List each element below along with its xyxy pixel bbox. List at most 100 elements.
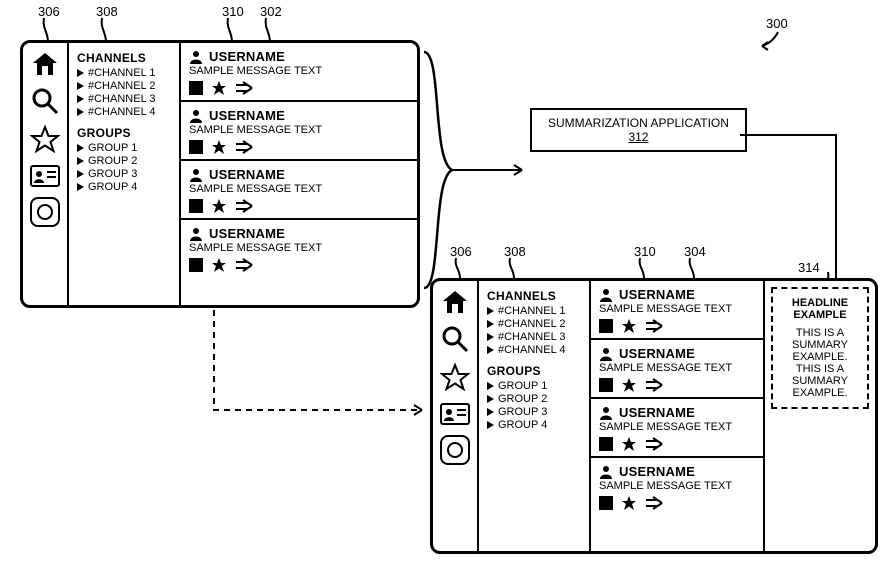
stop-icon[interactable] [599, 437, 613, 451]
message-item: USERNAME SAMPLE MESSAGE TEXT [181, 102, 417, 161]
group-item[interactable]: GROUP 3 [77, 168, 171, 180]
share-icon[interactable] [235, 81, 253, 95]
channel-item[interactable]: #CHANNEL 3 [487, 331, 581, 343]
circle-icon[interactable] [440, 435, 470, 465]
share-icon[interactable] [645, 437, 663, 451]
message-text: SAMPLE MESSAGE TEXT [189, 124, 409, 136]
channels-header: CHANNELS [77, 51, 171, 65]
star-icon[interactable] [30, 125, 60, 155]
id-card-icon[interactable] [440, 403, 470, 425]
callout-300 [758, 30, 782, 52]
star-action-icon[interactable] [211, 139, 227, 155]
stop-icon[interactable] [599, 496, 613, 510]
user-icon [599, 465, 613, 479]
channel-item[interactable]: #CHANNEL 1 [77, 67, 171, 79]
ref-306b: 306 [450, 244, 472, 259]
group-item[interactable]: GROUP 2 [487, 393, 581, 405]
message-item: USERNAME SAMPLE MESSAGE TEXT [181, 220, 417, 277]
message-text: SAMPLE MESSAGE TEXT [189, 183, 409, 195]
channel-item[interactable]: #CHANNEL 4 [77, 106, 171, 118]
arrow-302-to-304 [210, 310, 430, 430]
channel-group-list: CHANNELS #CHANNEL 1 #CHANNEL 2 #CHANNEL … [479, 281, 591, 551]
group-item[interactable]: GROUP 1 [77, 142, 171, 154]
group-item[interactable]: GROUP 1 [487, 380, 581, 392]
id-card-icon[interactable] [30, 165, 60, 187]
groups-header: GROUPS [77, 126, 171, 140]
channel-item[interactable]: #CHANNEL 4 [487, 344, 581, 356]
username: USERNAME [209, 49, 285, 64]
channel-group-list: CHANNELS #CHANNEL 1 #CHANNEL 2 #CHANNEL … [69, 43, 181, 305]
figure-ref-300: 300 [766, 16, 788, 31]
triangle-icon [77, 108, 84, 116]
sidebar [433, 281, 479, 551]
search-icon[interactable] [31, 87, 59, 115]
callout-306b [454, 258, 468, 280]
channel-item[interactable]: #CHANNEL 2 [77, 80, 171, 92]
user-icon [189, 227, 203, 241]
star-action-icon[interactable] [211, 80, 227, 96]
stop-icon[interactable] [599, 378, 613, 392]
star-icon[interactable] [440, 363, 470, 393]
appbox-title: SUMMARIZATION APPLICATION [548, 116, 729, 130]
stop-icon[interactable] [599, 319, 613, 333]
ref-306a: 306 [38, 4, 60, 19]
channel-item[interactable]: #CHANNEL 2 [487, 318, 581, 330]
sidebar [23, 43, 69, 305]
star-action-icon[interactable] [211, 257, 227, 273]
username: USERNAME [209, 108, 285, 123]
star-action-icon[interactable] [621, 495, 637, 511]
search-icon[interactable] [441, 325, 469, 353]
star-action-icon[interactable] [621, 318, 637, 334]
username: USERNAME [209, 226, 285, 241]
callout-304 [688, 258, 702, 280]
message-item: USERNAME SAMPLE MESSAGE TEXT [591, 399, 763, 458]
ref-302: 302 [260, 4, 282, 19]
stop-icon[interactable] [189, 258, 203, 272]
triangle-icon [77, 183, 84, 191]
user-icon [599, 288, 613, 302]
triangle-icon [77, 144, 84, 152]
share-icon[interactable] [645, 319, 663, 333]
share-icon[interactable] [235, 258, 253, 272]
message-item: USERNAME SAMPLE MESSAGE TEXT [181, 161, 417, 220]
channels-header: CHANNELS [487, 289, 581, 303]
user-icon [189, 50, 203, 64]
share-icon[interactable] [235, 140, 253, 154]
star-action-icon[interactable] [621, 377, 637, 393]
triangle-icon [77, 170, 84, 178]
group-item[interactable]: GROUP 4 [77, 181, 171, 193]
stop-icon[interactable] [189, 81, 203, 95]
summary-body: THIS IS A SUMMARY EXAMPLE. THIS IS A SUM… [781, 327, 859, 399]
message-text: SAMPLE MESSAGE TEXT [189, 242, 409, 254]
appbox-ref: 312 [548, 130, 729, 144]
panel-304: CHANNELS #CHANNEL 1 #CHANNEL 2 #CHANNEL … [430, 278, 878, 554]
star-action-icon[interactable] [621, 436, 637, 452]
triangle-icon [77, 82, 84, 90]
username: USERNAME [209, 167, 285, 182]
stop-icon[interactable] [189, 140, 203, 154]
channel-item[interactable]: #CHANNEL 1 [487, 305, 581, 317]
user-icon [189, 109, 203, 123]
stop-icon[interactable] [189, 199, 203, 213]
share-icon[interactable] [235, 199, 253, 213]
star-action-icon[interactable] [211, 198, 227, 214]
circle-icon[interactable] [30, 197, 60, 227]
message-item: USERNAME SAMPLE MESSAGE TEXT [591, 281, 763, 340]
callout-308b [508, 258, 522, 280]
summary-pane-314: HEADLINE EXAMPLE THIS IS A SUMMARY EXAMP… [771, 287, 869, 409]
home-icon[interactable] [441, 289, 469, 315]
group-item[interactable]: GROUP 2 [77, 155, 171, 167]
ref-310b: 310 [634, 244, 656, 259]
ref-304: 304 [684, 244, 706, 259]
message-item: USERNAME SAMPLE MESSAGE TEXT [591, 340, 763, 399]
group-item[interactable]: GROUP 3 [487, 406, 581, 418]
group-item[interactable]: GROUP 4 [487, 419, 581, 431]
channel-item[interactable]: #CHANNEL 3 [77, 93, 171, 105]
user-icon [599, 347, 613, 361]
message-actions [189, 80, 409, 96]
home-icon[interactable] [31, 51, 59, 77]
message-list: USERNAME SAMPLE MESSAGE TEXT USERNAME SA… [181, 43, 417, 305]
share-icon[interactable] [645, 378, 663, 392]
triangle-icon [77, 69, 84, 77]
share-icon[interactable] [645, 496, 663, 510]
